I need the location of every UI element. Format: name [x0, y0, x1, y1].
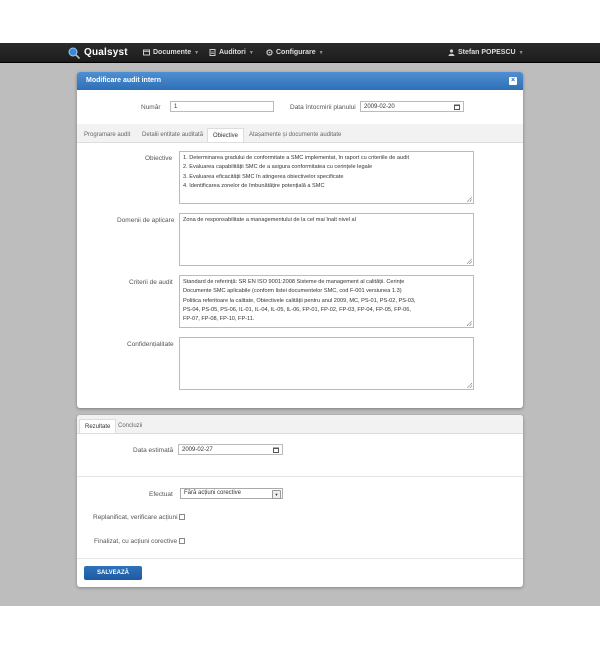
- tab-attachments[interactable]: Atașamente și documente auditate: [244, 128, 346, 142]
- criteria-textarea[interactable]: Standard de referință: SR EN ISO 9001:20…: [179, 275, 474, 328]
- app-name: Qualsyst: [84, 47, 128, 58]
- scope-textarea[interactable]: Zona de responsabilitate a managementulu…: [179, 213, 474, 266]
- nav-audits-menu[interactable]: Auditori ▼: [209, 43, 254, 62]
- criteria-label: Criterii de audit: [129, 279, 173, 286]
- criteria-line: FP-07, FP-08, FP-10, FP-11.: [183, 316, 255, 323]
- nav-audits-label: Auditori: [219, 49, 246, 56]
- user-menu[interactable]: Stefan POPESCU ▼: [448, 43, 524, 62]
- plan-date-input[interactable]: 2009-02-20: [360, 101, 464, 112]
- edit-audit-modal: Modificare audit intern × Număr 1 Data î…: [77, 72, 523, 408]
- scope-label: Domenii de aplicare: [117, 217, 175, 224]
- close-icon[interactable]: ×: [509, 77, 517, 85]
- estimated-date-input[interactable]: 2009-02-27: [178, 444, 283, 455]
- objectives-line: 4. Identificarea zonelor de îmbunătățire…: [183, 182, 325, 189]
- nav-config-label: Configurare: [276, 49, 316, 56]
- nav-documents-label: Documente: [153, 49, 192, 56]
- modal-title: Modificare audit intern: [86, 77, 162, 84]
- clipboard-icon: [209, 49, 216, 56]
- objectives-line: 1. Determinarea gradului de conformitate…: [183, 155, 410, 161]
- finalized-label: Finalizat, cu acțiuni corective: [94, 538, 178, 545]
- objectives-label: Obiective: [145, 155, 173, 162]
- criteria-line: PS-04, PS-05, PS-06, IL-01, IL-04, IL-05…: [183, 306, 411, 313]
- objectives-line: 2. Evaluarea capabilității SMC de a asig…: [183, 164, 373, 171]
- replanned-checkbox[interactable]: [179, 514, 185, 520]
- performed-select[interactable]: Fără acțiuni corective ▼: [180, 488, 283, 499]
- performed-value: Fără acțiuni corective: [184, 490, 242, 496]
- gear-icon: [266, 49, 273, 56]
- scope-line: Zona de responsabilitate a managementulu…: [183, 217, 356, 223]
- top-navbar: Qualsyst Documente ▼ Auditori ▼ Configur…: [0, 43, 600, 63]
- tab-entity-details[interactable]: Detalii entitate auditată: [137, 128, 208, 142]
- qualsyst-logo-icon: [68, 47, 80, 59]
- chevron-down-icon: ▼: [248, 49, 254, 56]
- modal-tabs: Programare audit Detalii entitate audita…: [77, 124, 523, 143]
- results-tabs: Rezultate Concluzii: [77, 415, 523, 434]
- tab-conclusions[interactable]: Concluzii: [113, 419, 147, 433]
- nav-documents-menu[interactable]: Documente ▼: [143, 43, 199, 62]
- confidentiality-textarea[interactable]: [179, 337, 474, 390]
- criteria-line: Standard de referință: SR EN ISO 9001:20…: [183, 279, 405, 285]
- replanned-label: Replanificat, verificare acțiuni: [93, 514, 178, 521]
- objectives-textarea[interactable]: 1. Determinarea gradului de conformitate…: [179, 151, 474, 204]
- criteria-line: Politica referitoare la calitate, Obiect…: [183, 297, 416, 304]
- number-label: Număr: [141, 104, 161, 111]
- chevron-down-icon: ▼: [518, 49, 524, 56]
- tab-objectives[interactable]: Obiective: [207, 128, 245, 142]
- user-icon: [448, 49, 455, 56]
- chevron-down-icon: ▼: [272, 490, 281, 499]
- plan-date-value: 2009-02-20: [364, 104, 395, 110]
- brand[interactable]: Qualsyst: [68, 46, 128, 59]
- documents-icon: [143, 49, 150, 56]
- resize-handle-icon[interactable]: [467, 259, 472, 264]
- chevron-down-icon: ▼: [194, 49, 200, 56]
- criteria-line: Documente SMC aplicabile (conform listei…: [183, 288, 402, 295]
- calendar-icon[interactable]: [454, 104, 460, 110]
- resize-handle-icon[interactable]: [467, 383, 472, 388]
- objectives-line: 3. Evaluarea eficacității SMC în atinger…: [183, 173, 344, 180]
- number-input[interactable]: 1: [170, 101, 274, 112]
- user-name: Stefan POPESCU: [458, 49, 516, 56]
- chevron-down-icon: ▼: [318, 49, 324, 56]
- modal-header: Modificare audit intern ×: [77, 72, 523, 90]
- estimated-date-label: Data estimată: [133, 447, 174, 454]
- nav-config-menu[interactable]: Configurare ▼: [266, 43, 324, 62]
- divider: [77, 476, 523, 477]
- calendar-icon[interactable]: [273, 447, 279, 453]
- tab-results[interactable]: Rezultate: [79, 419, 117, 433]
- resize-handle-icon[interactable]: [467, 321, 472, 326]
- save-button[interactable]: SALVEAZĂ: [84, 566, 142, 580]
- confidentiality-label: Confidențialitate: [127, 341, 174, 348]
- plan-date-label: Data întocmirii planului: [290, 104, 356, 111]
- divider: [77, 558, 523, 559]
- resize-handle-icon[interactable]: [467, 197, 472, 202]
- estimated-date-value: 2009-02-27: [182, 447, 213, 453]
- results-panel: Rezultate Concluzii Data estimată 2009-0…: [77, 415, 523, 587]
- performed-label: Efectuat: [149, 491, 173, 498]
- tab-audit-schedule[interactable]: Programare audit: [79, 128, 135, 142]
- finalized-checkbox[interactable]: [179, 538, 185, 544]
